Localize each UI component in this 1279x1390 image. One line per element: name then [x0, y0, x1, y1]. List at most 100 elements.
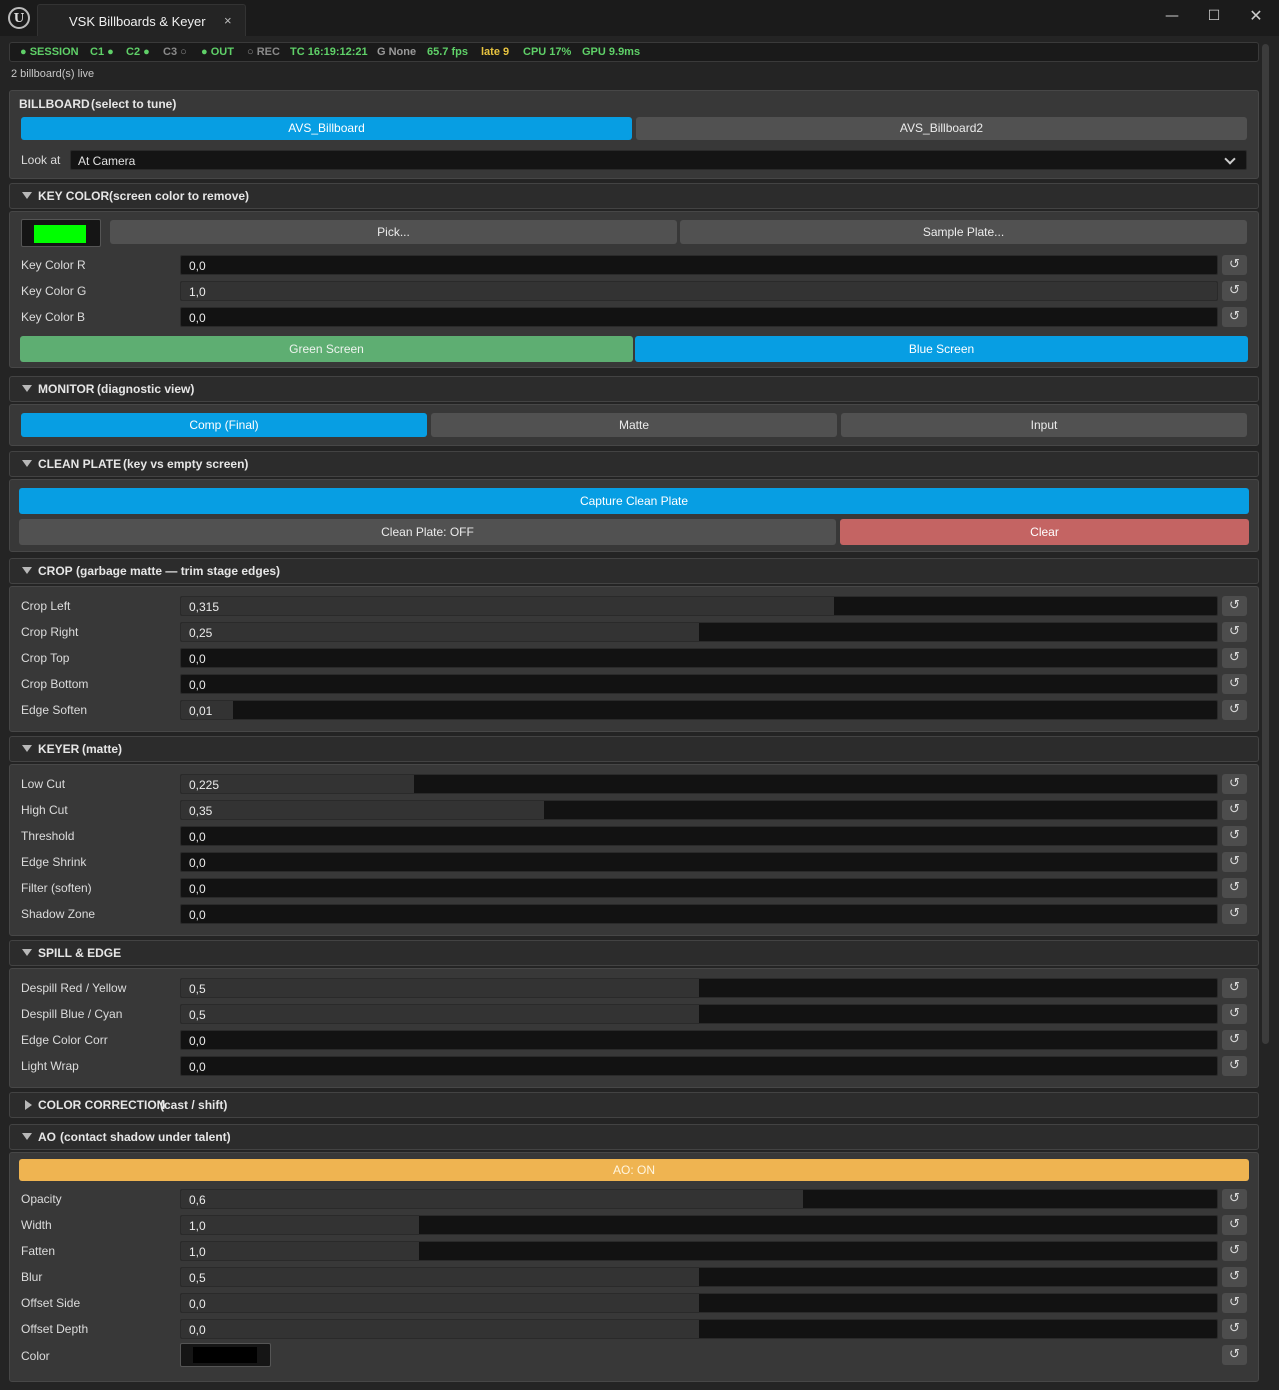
clear-button[interactable]: Clear	[840, 519, 1249, 545]
key-color-subtitle: (screen color to remove)	[109, 189, 250, 203]
value-slider[interactable]: 0,225	[180, 774, 1218, 794]
reset-icon[interactable]: ↺	[1222, 1319, 1247, 1339]
status-item: C1 ●	[90, 46, 114, 58]
blue-screen-button[interactable]: Blue Screen	[635, 336, 1248, 362]
monitor-header[interactable]: MONITOR (diagnostic view)	[9, 376, 1259, 402]
reset-icon[interactable]: ↺	[1222, 1241, 1247, 1261]
key-color-header[interactable]: KEY COLOR (screen color to remove)	[9, 183, 1259, 209]
close-window-icon[interactable]: ✕	[1241, 6, 1271, 26]
document-tab[interactable]: VSK Billboards & Keyer ×	[37, 4, 246, 36]
value-slider[interactable]: 0,0	[180, 674, 1218, 694]
value-slider[interactable]: 0,0	[180, 1030, 1218, 1050]
monitor-option-comp[interactable]: Comp (Final)	[21, 413, 427, 437]
value-slider[interactable]: 0,5	[180, 1004, 1218, 1024]
maximize-icon[interactable]: ☐	[1199, 6, 1229, 26]
reset-icon[interactable]: ↺	[1222, 1267, 1247, 1287]
slider-fill	[181, 1294, 699, 1312]
capture-clean-plate-button[interactable]: Capture Clean Plate	[19, 488, 1249, 514]
green-screen-button[interactable]: Green Screen	[20, 336, 633, 362]
value-slider[interactable]: 0,01	[180, 700, 1218, 720]
slider-value: 0,0	[189, 1060, 206, 1074]
minimize-icon[interactable]: —	[1157, 6, 1187, 26]
sample-plate-button[interactable]: Sample Plate...	[680, 220, 1247, 244]
reset-icon[interactable]: ↺	[1222, 774, 1247, 794]
slider-value: 0,0	[189, 830, 206, 844]
value-slider[interactable]: 0,35	[180, 800, 1218, 820]
slider-value: 0,0	[189, 311, 206, 325]
reset-icon[interactable]: ↺	[1222, 622, 1247, 642]
value-slider[interactable]: 0,0	[180, 852, 1218, 872]
value-slider[interactable]: 0,0	[180, 1319, 1218, 1339]
spill-edge-header[interactable]: SPILL & EDGE	[9, 940, 1259, 966]
color-correction-header[interactable]: COLOR CORRECTION (cast / shift)	[9, 1092, 1259, 1118]
pick-button[interactable]: Pick...	[110, 220, 677, 244]
slider-label: Threshold	[21, 829, 75, 843]
ao-color-swatch[interactable]	[180, 1343, 271, 1367]
reset-icon[interactable]: ↺	[1222, 674, 1247, 694]
reset-icon[interactable]: ↺	[1222, 1030, 1247, 1050]
reset-icon[interactable]: ↺	[1222, 1056, 1247, 1076]
value-slider[interactable]: 0,0	[180, 255, 1218, 275]
ao-header[interactable]: AO (contact shadow under talent)	[9, 1124, 1259, 1150]
expand-triangle-icon	[22, 745, 32, 752]
ao-toggle-button[interactable]: AO: ON	[19, 1159, 1249, 1181]
value-slider[interactable]: 0,25	[180, 622, 1218, 642]
reset-icon[interactable]: ↺	[1222, 281, 1247, 301]
reset-icon[interactable]: ↺	[1222, 1004, 1247, 1024]
value-slider[interactable]: 0,0	[180, 878, 1218, 898]
crop-header[interactable]: CROP (garbage matte — trim stage edges)	[9, 558, 1259, 584]
value-slider[interactable]: 0,5	[180, 978, 1218, 998]
status-bar: ● SESSION C1 ● C2 ● C3 ○ ● OUT ○ REC TC 16:19:…	[9, 42, 1259, 62]
value-slider[interactable]: 1,0	[180, 1215, 1218, 1235]
clean-plate-toggle-button[interactable]: Clean Plate: OFF	[19, 519, 836, 545]
value-slider[interactable]: 1,0	[180, 281, 1218, 301]
status-item: CPU 17%	[523, 46, 572, 58]
expand-triangle-icon	[22, 949, 32, 956]
slider-value: 0,0	[189, 259, 206, 273]
slider-label: Key Color R	[21, 258, 86, 272]
vertical-scrollbar[interactable]	[1262, 44, 1269, 1044]
slider-label: High Cut	[21, 803, 68, 817]
monitor-option-matte[interactable]: Matte	[431, 413, 837, 437]
reset-icon[interactable]: ↺	[1222, 826, 1247, 846]
billboard-item-avs-billboard2[interactable]: AVS_Billboard2	[636, 117, 1247, 140]
value-slider[interactable]: 1,0	[180, 1241, 1218, 1261]
value-slider[interactable]: 0,0	[180, 826, 1218, 846]
reset-icon[interactable]: ↺	[1222, 978, 1247, 998]
value-slider[interactable]: 0,6	[180, 1189, 1218, 1209]
panel-body: ● SESSION C1 ● C2 ● C3 ○ ● OUT ○ REC TC 16:19:…	[0, 36, 1279, 1390]
value-slider[interactable]: 0,0	[180, 307, 1218, 327]
reset-icon[interactable]: ↺	[1222, 648, 1247, 668]
reset-icon[interactable]: ↺	[1222, 1189, 1247, 1209]
clean-plate-header[interactable]: CLEAN PLATE (key vs empty screen)	[9, 451, 1259, 477]
ao-color-reset-icon[interactable]: ↺	[1222, 1345, 1247, 1365]
reset-icon[interactable]: ↺	[1222, 852, 1247, 872]
slider-fill	[181, 801, 544, 819]
value-slider[interactable]: 0,0	[180, 904, 1218, 924]
value-slider[interactable]: 0,0	[180, 648, 1218, 668]
reset-icon[interactable]: ↺	[1222, 700, 1247, 720]
reset-icon[interactable]: ↺	[1222, 255, 1247, 275]
reset-icon[interactable]: ↺	[1222, 596, 1247, 616]
key-color-swatch[interactable]	[21, 219, 101, 247]
slider-value: 0,225	[189, 778, 220, 792]
tab-close-icon[interactable]: ×	[224, 13, 232, 28]
slider-label: Key Color B	[21, 310, 86, 324]
value-slider[interactable]: 0,0	[180, 1293, 1218, 1313]
slider-value: 1,0	[189, 285, 206, 299]
reset-icon[interactable]: ↺	[1222, 307, 1247, 327]
reset-icon[interactable]: ↺	[1222, 1215, 1247, 1235]
monitor-option-input[interactable]: Input	[841, 413, 1247, 437]
look-at-dropdown[interactable]: At Camera	[70, 150, 1247, 170]
reset-icon[interactable]: ↺	[1222, 904, 1247, 924]
value-slider[interactable]: 0,315	[180, 596, 1218, 616]
slider-label: Crop Bottom	[21, 677, 89, 691]
status-item: G None	[377, 46, 417, 58]
billboard-item-avs-billboard[interactable]: AVS_Billboard	[21, 117, 632, 140]
value-slider[interactable]: 0,0	[180, 1056, 1218, 1076]
reset-icon[interactable]: ↺	[1222, 800, 1247, 820]
reset-icon[interactable]: ↺	[1222, 1293, 1247, 1313]
keyer-header[interactable]: KEYER (matte)	[9, 736, 1259, 762]
reset-icon[interactable]: ↺	[1222, 878, 1247, 898]
value-slider[interactable]: 0,5	[180, 1267, 1218, 1287]
